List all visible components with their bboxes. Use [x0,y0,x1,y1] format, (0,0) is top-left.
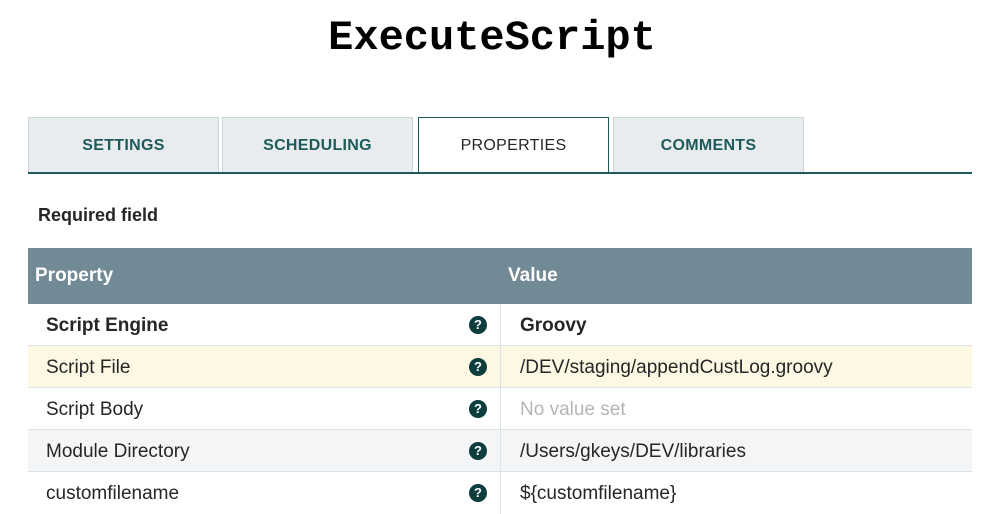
table-row[interactable]: customfilename ? ${customfilename} [28,472,972,514]
tab-scheduling[interactable]: SCHEDULING [222,117,413,173]
help-icon[interactable]: ? [469,442,487,460]
table-row[interactable]: Script Engine ? Groovy [28,304,972,346]
tab-divider [28,172,972,174]
column-divider [500,346,501,387]
processor-title: ExecuteScript [328,14,656,62]
table-row[interactable]: Script Body ? No value set [28,388,972,430]
property-name: Module Directory [46,441,190,462]
column-divider [500,388,501,429]
property-value[interactable]: /DEV/staging/appendCustLog.groovy [520,357,833,379]
property-name: Script Body [46,399,144,420]
column-header-value[interactable]: Value [508,265,558,287]
table-row[interactable]: Module Directory ? /Users/gkeys/DEV/libr… [28,430,972,472]
help-icon[interactable]: ? [469,400,487,418]
column-divider [500,472,501,514]
property-value[interactable]: No value set [520,399,626,421]
tab-comments[interactable]: COMMENTS [613,117,804,173]
property-name: Script Engine [46,315,169,336]
tab-settings[interactable]: SETTINGS [28,117,219,173]
help-icon[interactable]: ? [469,316,487,334]
table-header: Property Value [28,248,972,304]
column-header-property[interactable]: Property [35,265,113,287]
property-value[interactable]: Groovy [520,315,587,337]
property-value[interactable]: ${customfilename} [520,483,676,505]
help-icon[interactable]: ? [469,358,487,376]
column-divider [500,430,501,471]
required-field-label: Required field [38,205,159,225]
table-row[interactable]: Script File ? /DEV/staging/appendCustLog… [28,346,972,388]
tab-properties[interactable]: PROPERTIES [418,117,609,174]
property-value[interactable]: /Users/gkeys/DEV/libraries [520,441,746,463]
help-icon[interactable]: ? [469,484,487,502]
property-name: Script File [46,357,131,378]
property-name: customfilename [46,483,180,504]
column-divider [500,304,501,345]
